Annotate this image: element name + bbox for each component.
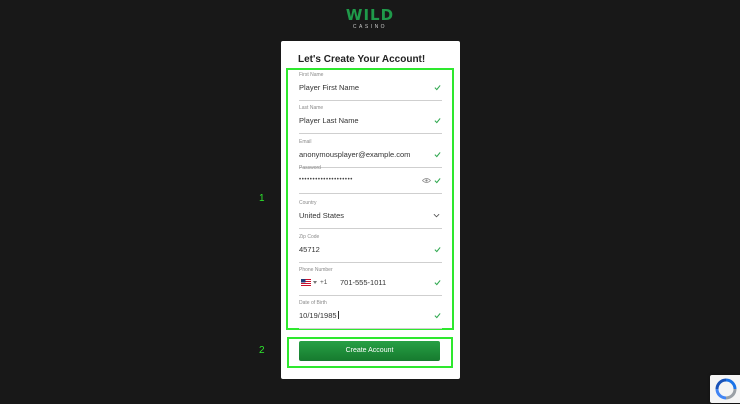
checkmark-icon [434,178,441,184]
date-of-birth-value: 10/19/1985 [299,311,337,320]
date-of-birth-input[interactable]: 10/19/1985 [299,311,339,321]
password-field[interactable]: Password •••••••••••••••••••• [299,165,442,194]
phone-number-label: Phone Number [299,267,333,273]
recaptcha-badge[interactable] [710,375,740,403]
form-title: Let's Create Your Account! [298,54,426,65]
date-of-birth-label: Date of Birth [299,300,327,306]
password-label: Password [299,165,321,171]
last-name-field[interactable]: Last Name Player Last Name [299,105,442,134]
country-code-chevron-icon[interactable] [313,281,317,284]
country-value[interactable]: United States [299,211,344,221]
site-logo[interactable]: WILD CASINO [0,8,740,31]
zip-code-label: Zip Code [299,234,320,240]
dial-code: +1 [320,279,328,286]
email-field[interactable]: Email anonymousplayer@example.com [299,139,442,168]
email-input[interactable]: anonymousplayer@example.com [299,150,410,160]
date-of-birth-field[interactable]: Date of Birth 10/19/1985 [299,300,442,329]
checkmark-icon [434,152,441,158]
last-name-input[interactable]: Player Last Name [299,116,359,126]
zip-code-field[interactable]: Zip Code 45712 [299,234,442,263]
annotation-number-button: 2 [259,345,265,356]
logo-subtitle: CASINO [352,24,388,30]
eye-icon[interactable] [422,177,431,184]
us-flag-icon[interactable] [301,279,311,286]
first-name-field[interactable]: First Name Player First Name [299,72,442,101]
phone-number-input[interactable]: 701-555-1011 [340,278,386,288]
checkmark-icon [434,313,441,319]
phone-number-field[interactable]: Phone Number +1 701-555-1011 [299,267,442,296]
first-name-label: First Name [299,72,324,78]
password-input[interactable]: •••••••••••••••••••• [299,175,353,185]
checkmark-icon [434,85,441,91]
last-name-label: Last Name [299,105,324,111]
country-label: Country [299,200,317,206]
signup-card: Let's Create Your Account! First Name Pl… [281,41,460,379]
recaptcha-icon [715,378,737,400]
chevron-down-icon[interactable] [433,213,440,218]
email-label: Email [299,139,312,145]
create-account-button[interactable]: Create Account [299,341,440,361]
country-select[interactable]: Country United States [299,200,442,229]
checkmark-icon [434,247,441,253]
first-name-input[interactable]: Player First Name [299,83,359,93]
logo-wordmark: WILD [345,6,395,24]
signup-page: WILD CASINO 1 2 Let's Create Your Accoun… [0,0,740,404]
checkmark-icon [434,280,441,286]
checkmark-icon [434,118,441,124]
zip-code-input[interactable]: 45712 [299,245,320,255]
annotation-number-form: 1 [259,193,265,204]
text-cursor [337,311,339,319]
